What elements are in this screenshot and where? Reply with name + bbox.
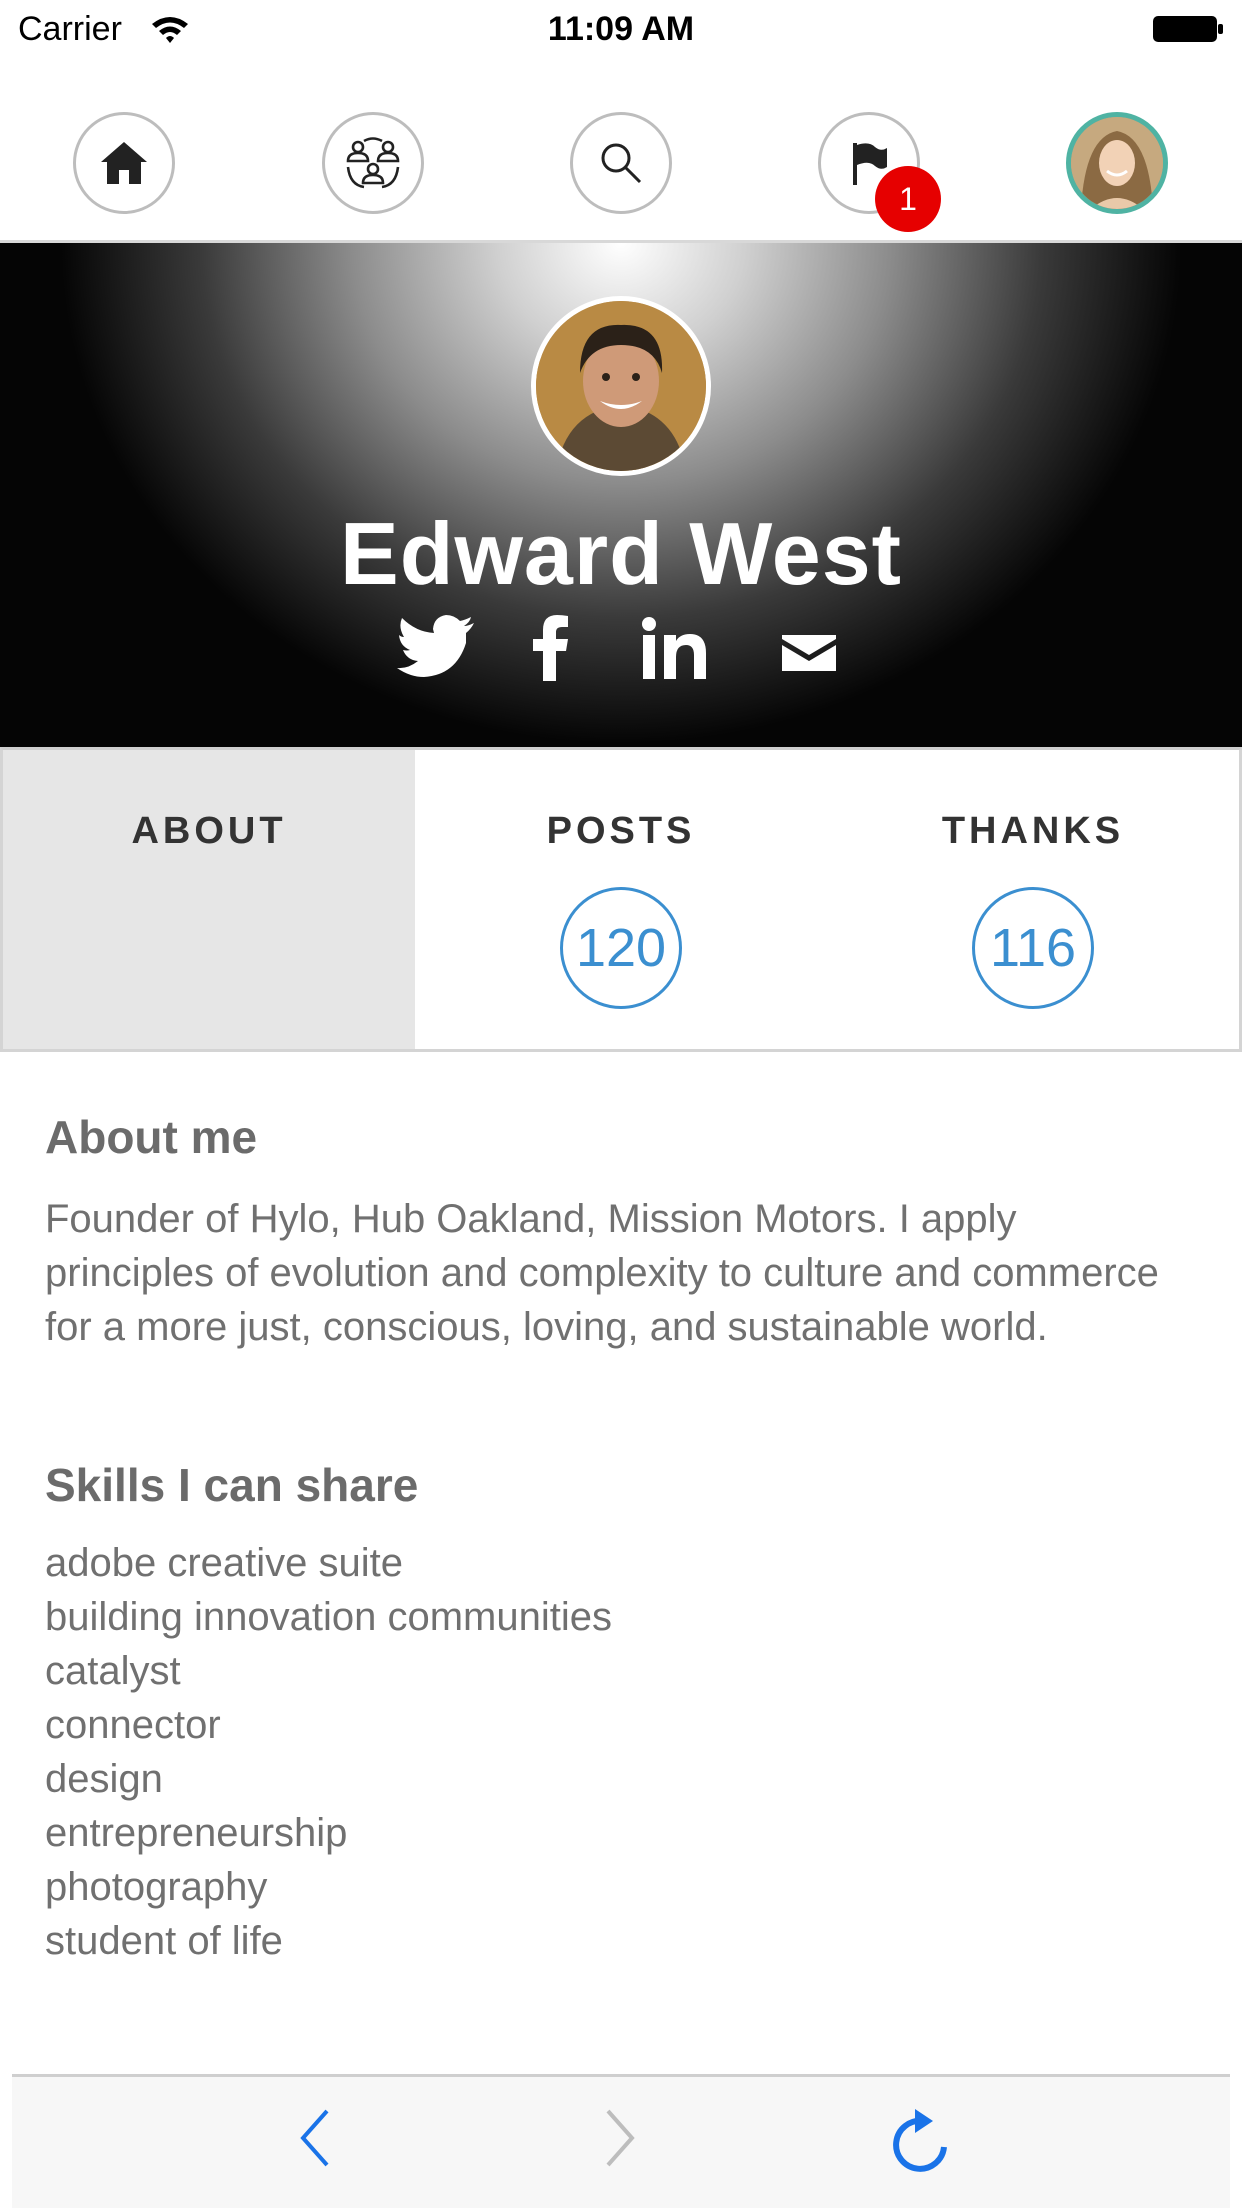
community-icon	[346, 137, 400, 189]
profile-tabs: ABOUT POSTS 120 THANKS 116	[0, 747, 1242, 1052]
tab-thanks-label: THANKS	[941, 810, 1125, 852]
about-heading: About me	[45, 1111, 258, 1163]
about-content: About me Founder of Hylo, Hub Oakland, M…	[45, 1110, 1195, 1968]
tab-posts-label: POSTS	[546, 810, 696, 852]
linkedin-icon[interactable]	[642, 615, 708, 681]
skill-item: connector	[45, 1703, 221, 1747]
reload-icon[interactable]	[887, 2107, 953, 2177]
skills-heading: Skills I can share	[45, 1459, 419, 1511]
top-nav: 1	[0, 62, 1242, 242]
skill-item: entrepreneurship	[45, 1811, 348, 1855]
status-time: 11:09 AM	[547, 10, 695, 48]
browser-toolbar	[12, 2074, 1230, 2208]
status-bar: Carrier 11:09 AM	[0, 0, 1242, 62]
about-text: Founder of Hylo, Hub Oakland, Mission Mo…	[45, 1197, 1159, 1349]
profile-header: Edward West	[0, 243, 1242, 747]
skill-item: catalyst	[45, 1649, 181, 1693]
email-icon[interactable]	[780, 633, 838, 673]
skill-item: student of life	[45, 1919, 283, 1963]
home-icon	[101, 142, 147, 184]
nav-home-button[interactable]	[73, 112, 175, 214]
skill-item: adobe creative suite	[45, 1541, 404, 1585]
back-icon[interactable]	[297, 2107, 333, 2169]
battery-icon	[1153, 16, 1223, 42]
nav-community-button[interactable]	[322, 112, 424, 214]
my-avatar[interactable]	[1066, 112, 1168, 214]
skills-list: adobe creative suite building innovation…	[45, 1536, 1195, 1968]
profile-name: Edward West	[340, 504, 902, 603]
tab-thanks[interactable]: THANKS 116	[827, 750, 1239, 1049]
facebook-icon[interactable]	[530, 615, 570, 681]
skill-item: design	[45, 1757, 163, 1801]
posts-count: 120	[560, 887, 682, 1009]
skill-item: building innovation communities	[45, 1595, 612, 1639]
search-icon	[601, 143, 642, 184]
tab-posts[interactable]: POSTS 120	[415, 750, 827, 1049]
profile-avatar	[531, 296, 711, 476]
skill-item: photography	[45, 1865, 268, 1909]
twitter-icon[interactable]	[396, 615, 476, 679]
tab-about[interactable]: ABOUT	[3, 750, 415, 1049]
notification-badge[interactable]: 1	[875, 166, 941, 232]
profile-page: Carrier 11:09 AM 1 Edward West ABOUT POS…	[0, 0, 1242, 2208]
forward-icon[interactable]	[602, 2107, 638, 2169]
thanks-count: 116	[972, 887, 1094, 1009]
profile-photo	[536, 301, 706, 471]
user-photo	[1071, 117, 1163, 209]
nav-search-button[interactable]	[570, 112, 672, 214]
tab-about-label: ABOUT	[131, 810, 287, 852]
